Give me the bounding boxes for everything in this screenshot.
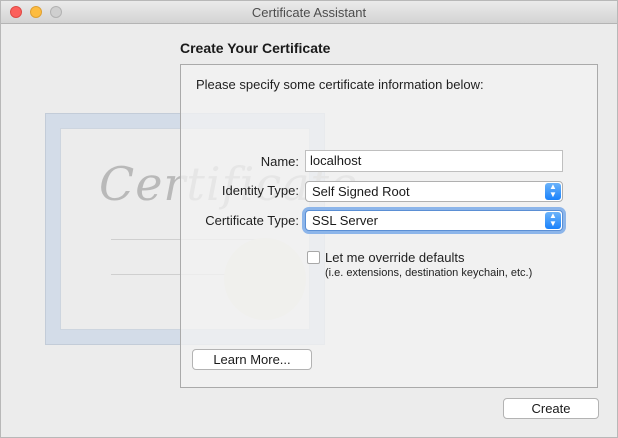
window-title: Certificate Assistant: [251, 5, 367, 20]
certificate-type-label: Certificate Type:: [205, 213, 299, 228]
updown-chevron-icon: ▲ ▼: [545, 212, 561, 229]
certificate-info-panel: Please specify some certificate informat…: [180, 64, 598, 388]
identity-type-select[interactable]: Self Signed Root ▲ ▼: [305, 181, 563, 202]
identity-type-value: Self Signed Root: [312, 184, 410, 199]
override-defaults-checkbox[interactable]: [307, 251, 320, 264]
certificate-type-select[interactable]: SSL Server ▲ ▼: [305, 210, 563, 231]
override-defaults-label[interactable]: Let me override defaults: [325, 250, 464, 265]
create-button[interactable]: Create: [503, 398, 599, 419]
intro-text: Please specify some certificate informat…: [196, 77, 484, 92]
name-field[interactable]: localhost: [305, 150, 563, 172]
learn-more-button[interactable]: Learn More...: [192, 349, 312, 370]
title-bar: Certificate Assistant: [1, 1, 617, 24]
identity-type-label: Identity Type:: [221, 183, 299, 198]
page-title: Create Your Certificate: [180, 40, 331, 56]
certificate-type-value: SSL Server: [312, 213, 378, 228]
certificate-assistant-window: Certificate Assistant Certificate Create…: [0, 0, 618, 438]
override-defaults-hint: (i.e. extensions, destination keychain, …: [325, 267, 533, 279]
updown-chevron-icon: ▲ ▼: [545, 183, 561, 200]
name-label: Name:: [260, 154, 299, 169]
